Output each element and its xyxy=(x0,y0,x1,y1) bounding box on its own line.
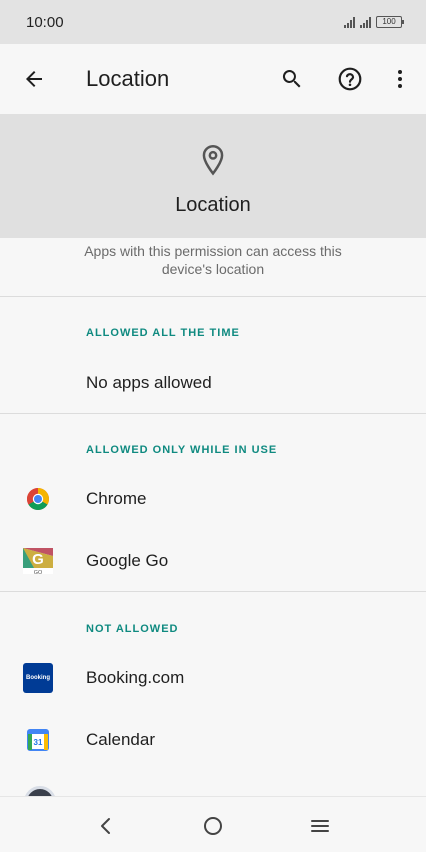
section-header-allowed-in-use: ALLOWED ONLY WHILE IN USE xyxy=(86,444,278,456)
help-button[interactable] xyxy=(334,63,366,95)
calendar-icon: 31 xyxy=(22,724,54,756)
app-label: Calendar xyxy=(86,730,155,749)
system-nav-bar xyxy=(0,796,426,852)
divider xyxy=(0,296,426,297)
nav-recents-button[interactable] xyxy=(305,811,335,841)
search-icon xyxy=(282,70,301,88)
booking-icon: Booking xyxy=(22,662,54,694)
nav-back-button[interactable] xyxy=(91,811,121,841)
section-header-allowed-all-time: ALLOWED ALL THE TIME xyxy=(86,327,240,339)
app-row-google-go[interactable]: G GO Google Go xyxy=(0,530,426,592)
permission-header: Location xyxy=(0,114,426,238)
app-label: Google Go xyxy=(86,551,169,570)
app-bar: Location xyxy=(0,44,426,114)
app-label: Booking.com xyxy=(86,668,185,687)
permission-description: Apps with this permission can access thi… xyxy=(84,243,342,277)
svg-text:31: 31 xyxy=(34,738,43,747)
section-header-not-allowed: NOT ALLOWED xyxy=(86,623,179,635)
empty-state-label: No apps allowed xyxy=(86,373,212,392)
help-icon xyxy=(338,67,362,91)
more-options-button[interactable] xyxy=(384,63,416,95)
app-row-chrome[interactable]: Chrome xyxy=(0,468,426,530)
google-go-icon: G GO xyxy=(22,545,54,577)
nav-back-icon xyxy=(101,818,110,834)
page-title: Location xyxy=(86,66,170,91)
svg-text:G: G xyxy=(32,551,44,568)
app-row-booking[interactable]: Booking Booking.com xyxy=(0,647,426,709)
location-pin-icon xyxy=(202,145,224,176)
status-icons: 100 xyxy=(344,16,404,28)
nav-menu-icon xyxy=(311,820,329,832)
permission-title: Location xyxy=(175,194,251,216)
nav-home-icon xyxy=(204,817,222,835)
svg-text:GO: GO xyxy=(34,570,43,576)
app-label: Chrome xyxy=(86,489,147,508)
back-button[interactable] xyxy=(20,65,48,93)
chrome-icon xyxy=(22,483,54,515)
status-bar: 10:00 100 xyxy=(0,0,426,44)
more-vert-icon xyxy=(398,70,402,88)
signal-icon xyxy=(344,16,355,28)
app-row-calendar[interactable]: 31 Calendar xyxy=(0,709,426,771)
search-button[interactable] xyxy=(276,63,308,95)
list-item-no-apps: No apps allowed xyxy=(0,352,426,414)
signal-icon-2 xyxy=(360,16,371,28)
nav-home-button[interactable] xyxy=(198,811,228,841)
divider xyxy=(0,591,426,592)
status-time: 10:00 xyxy=(26,13,64,31)
battery-icon: 100 xyxy=(376,16,404,28)
arrow-back-icon xyxy=(26,71,42,87)
divider xyxy=(0,413,426,414)
